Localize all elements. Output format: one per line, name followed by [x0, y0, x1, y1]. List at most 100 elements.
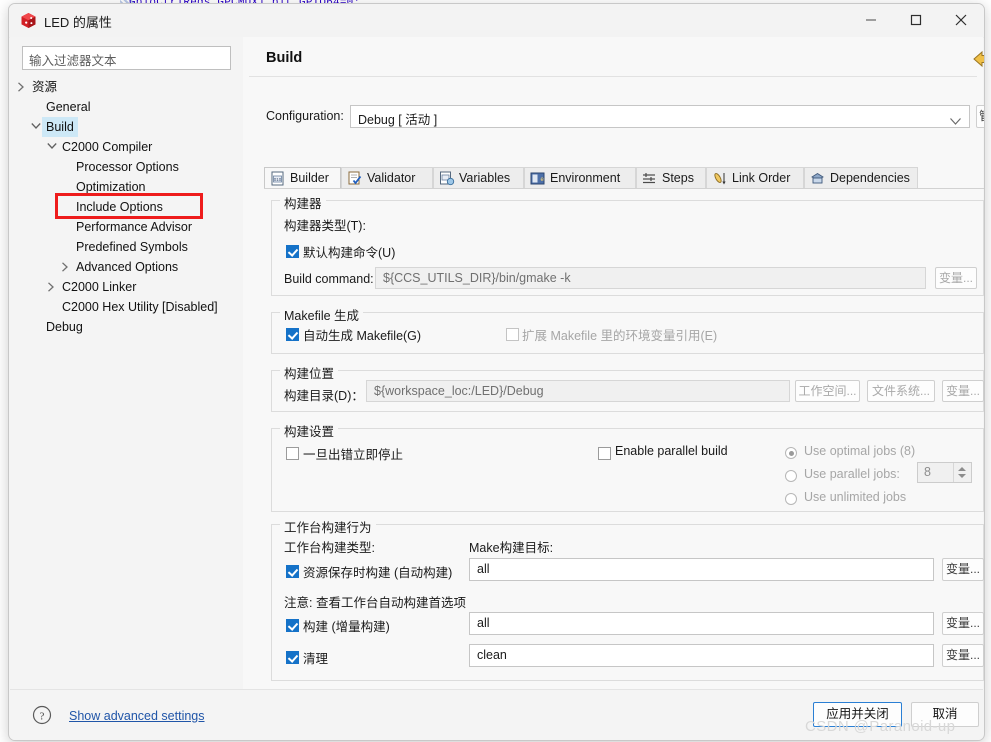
red-cube-icon [20, 12, 37, 29]
sidebar-item[interactable]: C2000 Hex Utility [Disabled] [10, 297, 243, 317]
sidebar-item[interactable]: Build [10, 117, 243, 137]
environment-icon: e [530, 171, 546, 186]
chevron-down-icon[interactable] [47, 137, 58, 157]
clean-variables-button[interactable]: 变量... [942, 644, 984, 667]
default-build-command-checkbox[interactable] [286, 245, 299, 258]
workspace-button[interactable]: 工作空间... [795, 380, 860, 402]
enable-parallel-build-checkbox[interactable] [598, 447, 611, 460]
minimize-button[interactable] [848, 4, 893, 36]
sidebar-item-label: C2000 Compiler [62, 140, 153, 154]
sidebar-item[interactable]: Performance Advisor [10, 217, 243, 237]
auto-build-variables-button[interactable]: 变量... [942, 558, 984, 581]
sidebar-item[interactable]: 资源 [10, 77, 243, 97]
steps-icon [642, 171, 658, 186]
stop-on-error-checkbox[interactable] [286, 447, 299, 460]
tab-validator[interactable]: Validator [341, 167, 433, 189]
include-options-highlight [55, 193, 203, 219]
sidebar-item[interactable]: General [10, 97, 243, 117]
group-build-location: 构建位置 构建目录(D)： ${workspace_loc:/LED}/Debu… [271, 363, 984, 412]
build-directory-variables-button[interactable]: 变量... [942, 380, 984, 402]
tab-label: Dependencies [830, 171, 910, 185]
build-command-label: Build command: [284, 272, 374, 286]
sidebar-item[interactable]: Advanced Options [10, 257, 243, 277]
tab-underline [264, 188, 984, 189]
chevron-right-icon[interactable] [17, 77, 28, 97]
tab-builder[interactable]: 010 Builder [264, 167, 341, 189]
sidebar-item[interactable]: C2000 Compiler [10, 137, 243, 157]
tab-label: Builder [290, 171, 329, 185]
chevron-down-icon[interactable] [31, 117, 42, 137]
make-target-label: Make构建目标: [469, 541, 554, 555]
build-directory-label: 构建目录(D)： [284, 389, 364, 403]
parallel-jobs-stepper[interactable]: 8 [917, 462, 972, 483]
tab-label: Link Order [732, 171, 791, 185]
stop-on-error-label: 一旦出错立即停止 [303, 448, 404, 462]
incremental-build-target-input[interactable]: all [469, 612, 934, 635]
group-build-location-caption: 构建位置 [280, 363, 339, 382]
sidebar-item-label: Debug [46, 320, 83, 334]
svg-text:010: 010 [274, 177, 282, 182]
chevron-right-icon[interactable] [61, 257, 72, 277]
sidebar-item-label: Processor Options [76, 160, 179, 174]
back-arrow-icon[interactable] [973, 50, 984, 71]
tab-label: Environment [550, 171, 621, 185]
tab-label: Steps [662, 171, 694, 185]
variables-icon [439, 171, 455, 186]
incremental-build-variables-button[interactable]: 变量... [942, 612, 984, 635]
manage-configurations-button[interactable]: 管理配置... [976, 105, 984, 128]
group-workbench-caption: 工作台构建行为 [280, 517, 376, 536]
settings-sidebar: 输入过滤器文本 资源 General Build C2000 Compiler Proc… [10, 37, 244, 689]
filter-input[interactable]: 输入过滤器文本 [22, 46, 231, 70]
maximize-button[interactable] [893, 4, 938, 36]
auto-build-target-value: all [477, 562, 490, 576]
sidebar-item[interactable]: Predefined Symbols [10, 237, 243, 257]
help-icon[interactable]: ? [32, 705, 52, 728]
tab-variables[interactable]: Variables [433, 167, 524, 189]
configuration-select[interactable]: Debug [ 活动 ] [350, 105, 970, 128]
build-on-resource-save-checkbox[interactable] [286, 565, 299, 578]
tab-environment[interactable]: e Environment [524, 167, 636, 189]
build-on-resource-save-label: 资源保存时构建 (自动构建) [303, 566, 453, 580]
clean-label: 清理 [303, 652, 329, 666]
use-unlimited-jobs-label: Use unlimited jobs [804, 490, 907, 504]
use-optimal-jobs-radio[interactable] [785, 447, 797, 459]
sidebar-item[interactable]: C2000 Linker [10, 277, 243, 297]
chevron-right-icon[interactable] [47, 277, 58, 297]
default-build-command-label: 默认构建命令(U) [303, 246, 396, 260]
build-command-input[interactable]: ${CCS_UTILS_DIR}/bin/gmake -k [375, 267, 926, 289]
tab-steps[interactable]: Steps [636, 167, 706, 189]
sidebar-item[interactable]: Debug [10, 317, 243, 337]
tab-link-order[interactable]: Link Order [706, 167, 804, 189]
use-optimal-jobs-label: Use optimal jobs (8) [804, 444, 916, 458]
builder-icon: 010 [270, 171, 286, 186]
incremental-build-target-value: all [477, 616, 490, 630]
close-button[interactable] [938, 4, 983, 36]
show-advanced-settings-link[interactable]: Show advanced settings [69, 709, 205, 723]
sidebar-item-label: General [46, 100, 91, 114]
validator-icon [347, 171, 363, 186]
build-directory-input[interactable]: ${workspace_loc:/LED}/Debug [366, 380, 790, 402]
expand-env-refs-checkbox[interactable] [506, 328, 519, 341]
auto-build-target-input[interactable]: all [469, 558, 934, 581]
tab-bar: 010 Builder Validator Variables e Environment… [264, 167, 984, 189]
use-unlimited-jobs-radio[interactable] [785, 493, 797, 505]
build-directory-value: ${workspace_loc:/LED}/Debug [374, 384, 544, 398]
sidebar-item-label: Build [42, 117, 78, 137]
configuration-label: Configuration: [266, 109, 344, 123]
sidebar-item[interactable]: Processor Options [10, 157, 243, 177]
tab-dependencies[interactable]: Dependencies [804, 167, 918, 189]
stepper-arrows-icon[interactable] [953, 463, 970, 482]
clean-target-input[interactable]: clean [469, 644, 934, 667]
group-builder-caption: 构建器 [280, 193, 326, 212]
clean-target-value: clean [477, 648, 507, 662]
clean-checkbox[interactable] [286, 651, 299, 664]
sidebar-item-label: Advanced Options [76, 260, 179, 274]
use-parallel-jobs-radio[interactable] [785, 470, 797, 482]
filesystem-button[interactable]: 文件系统... [867, 380, 935, 402]
build-command-variables-button[interactable]: 变量... [935, 267, 977, 289]
group-build-settings-caption: 构建设置 [280, 421, 339, 440]
incremental-build-checkbox[interactable] [286, 619, 299, 632]
expand-env-refs-label: 扩展 Makefile 里的环境变量引用(E) [522, 329, 718, 343]
sidebar-item-label: Predefined Symbols [76, 240, 188, 254]
auto-generate-makefile-checkbox[interactable] [286, 328, 299, 341]
